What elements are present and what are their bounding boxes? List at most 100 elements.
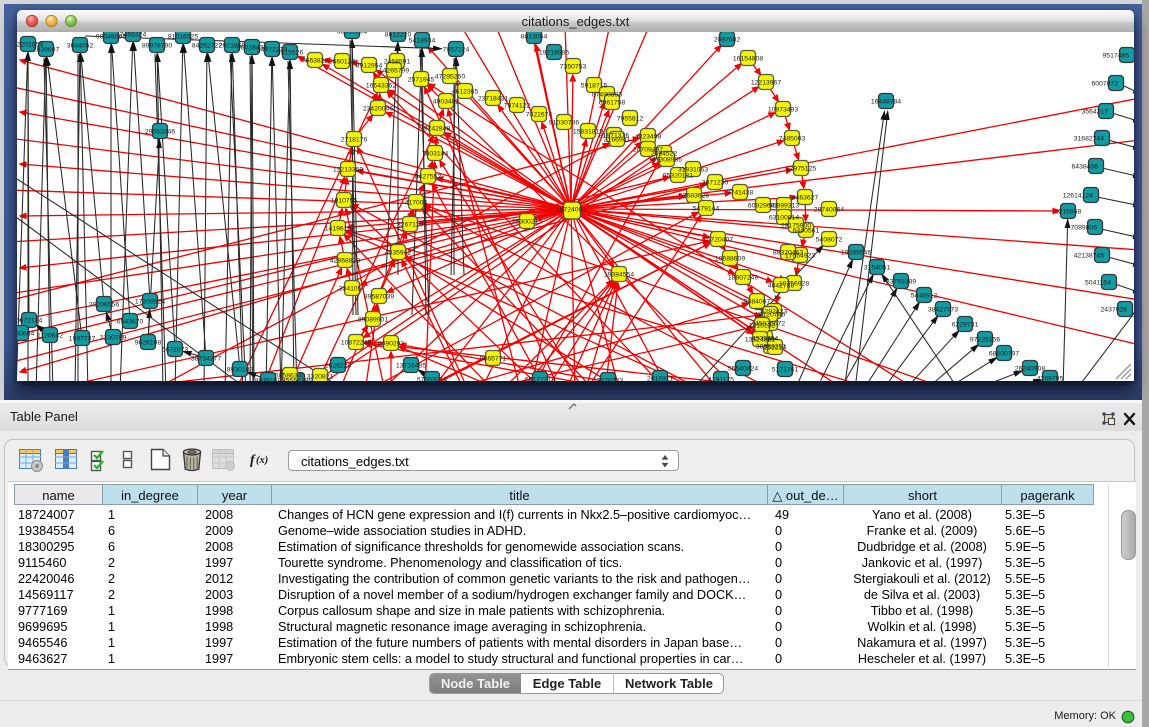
- svg-text:17359924: 17359924: [135, 299, 165, 306]
- svg-text:8427552: 8427552: [415, 174, 442, 181]
- svg-text:7455324: 7455324: [120, 32, 147, 39]
- svg-text:14265799: 14265799: [379, 68, 409, 75]
- svg-text:23420046: 23420046: [363, 106, 393, 113]
- svg-text:4612365: 4612365: [452, 89, 479, 96]
- svg-text:15720407: 15720407: [703, 237, 733, 244]
- svg-text:83793389: 83793389: [886, 279, 916, 286]
- svg-text:6672134: 6672134: [17, 318, 42, 325]
- svg-text:38427073: 38427073: [928, 307, 958, 314]
- svg-text:5418934: 5418934: [409, 38, 436, 45]
- svg-text:84252722: 84252722: [192, 43, 222, 50]
- svg-text:10688609: 10688609: [715, 256, 745, 263]
- svg-text:4860684: 4860684: [17, 331, 34, 338]
- svg-text:18807249: 18807249: [728, 275, 758, 282]
- svg-text:18724007: 18724007: [556, 207, 586, 214]
- svg-text:47295260: 47295260: [435, 74, 465, 81]
- svg-text:9463627: 9463627: [792, 195, 819, 202]
- svg-text:13716485: 13716485: [396, 363, 426, 370]
- svg-text:9465771: 9465771: [480, 356, 507, 363]
- svg-text:9242848: 9242848: [424, 126, 451, 133]
- svg-text:12614124: 12614124: [1063, 193, 1093, 200]
- svg-text:7485003: 7485003: [779, 136, 806, 143]
- svg-text:87490893: 87490893: [592, 92, 622, 99]
- svg-text:6961758: 6961758: [599, 100, 626, 107]
- svg-text:5446912: 5446912: [911, 293, 938, 300]
- svg-text:3871230: 3871230: [702, 180, 729, 187]
- svg-text:39587039: 39587039: [364, 294, 394, 301]
- svg-text:7374122: 7374122: [504, 103, 531, 110]
- svg-text:8090293: 8090293: [378, 341, 405, 348]
- svg-text:3684052: 3684052: [67, 43, 94, 50]
- svg-text:26240908: 26240908: [1015, 366, 1045, 373]
- svg-text:5041154: 5041154: [1085, 280, 1111, 287]
- svg-text:10973493: 10973493: [768, 107, 798, 114]
- svg-text:3154051: 3154051: [864, 265, 891, 272]
- svg-text:7089806: 7089806: [1071, 225, 1098, 232]
- svg-text:57553014: 57553014: [417, 377, 447, 382]
- svg-text:8612220: 8612220: [385, 32, 412, 39]
- svg-text:6438436: 6438436: [1072, 164, 1099, 171]
- svg-text:12975125: 12975125: [786, 166, 816, 173]
- svg-text:5408072: 5408072: [816, 237, 843, 244]
- svg-text:91030736: 91030736: [549, 120, 579, 127]
- svg-text:6292423: 6292423: [761, 309, 788, 316]
- svg-text:19289546: 19289546: [841, 250, 871, 257]
- svg-text:1987737: 1987737: [69, 336, 96, 343]
- svg-text:29175900: 29175900: [781, 223, 811, 230]
- svg-text:9084067: 9084067: [744, 299, 771, 306]
- svg-text:2571945: 2571945: [408, 77, 435, 84]
- svg-text:7803144: 7803144: [422, 151, 449, 158]
- svg-text:5672073: 5672073: [162, 347, 189, 354]
- svg-text:1419610: 1419610: [325, 226, 352, 233]
- svg-text:95320121: 95320121: [663, 173, 693, 180]
- svg-text:23718431: 23718431: [478, 96, 508, 103]
- svg-text:2626229: 2626229: [325, 363, 352, 370]
- svg-text:20206556: 20206556: [89, 302, 119, 309]
- svg-text:4903402: 4903402: [433, 99, 460, 106]
- svg-text:63100814: 63100814: [769, 215, 799, 222]
- svg-text:45935572: 45935572: [755, 321, 785, 328]
- svg-text:9626108: 9626108: [135, 340, 162, 347]
- svg-text:7663822: 7663822: [302, 58, 329, 65]
- svg-text:35556386: 35556386: [282, 378, 312, 382]
- svg-text:42138745: 42138745: [1074, 253, 1104, 260]
- svg-text:6007072: 6007072: [1092, 81, 1119, 88]
- svg-text:16154808: 16154808: [733, 56, 763, 63]
- svg-text:88320463: 88320463: [773, 250, 803, 257]
- svg-text:65177213: 65177213: [525, 377, 555, 382]
- svg-text:3215958: 3215958: [1055, 209, 1082, 216]
- svg-text:417004: 417004: [405, 200, 428, 207]
- svg-text:68353204: 68353204: [337, 32, 367, 36]
- svg-text:68800797: 68800797: [989, 351, 1019, 358]
- svg-text:89089901: 89089901: [358, 317, 388, 324]
- svg-text:4842788: 4842788: [768, 283, 795, 290]
- svg-text:2437026: 2437026: [1101, 307, 1128, 314]
- svg-text:55540424: 55540424: [728, 366, 758, 373]
- svg-text:2718176: 2718176: [341, 137, 368, 144]
- svg-text:8935169: 8935169: [255, 378, 282, 382]
- svg-text:5171761: 5171761: [772, 367, 799, 374]
- svg-text:5918715: 5918715: [581, 83, 608, 90]
- svg-text:(x): (x): [256, 455, 268, 466]
- svg-text:19218986: 19218986: [539, 50, 569, 57]
- svg-text:81016525: 81016525: [168, 34, 198, 41]
- svg-text:1120642: 1120642: [37, 333, 63, 340]
- svg-text:1810755: 1810755: [331, 198, 358, 205]
- svg-text:9517485: 9517485: [1103, 53, 1130, 60]
- svg-text:6543670: 6543670: [117, 319, 144, 326]
- svg-text:4769795: 4769795: [1037, 376, 1064, 382]
- svg-text:4335942: 4335942: [385, 250, 412, 257]
- svg-text:4823498: 4823498: [635, 134, 662, 141]
- svg-text:28740864: 28740864: [814, 207, 844, 214]
- svg-text:2087682: 2087682: [714, 37, 741, 44]
- svg-text:16448784: 16448784: [871, 99, 901, 106]
- svg-text:2016911: 2016911: [647, 376, 673, 382]
- svg-text:5479144: 5479144: [693, 206, 720, 213]
- svg-text:47308985: 47308985: [652, 157, 682, 164]
- svg-text:7022674: 7022674: [526, 112, 553, 119]
- svg-text:7350753: 7350753: [560, 64, 587, 71]
- svg-text:8930103: 8930103: [227, 367, 254, 374]
- svg-text:8813054: 8813054: [521, 34, 548, 41]
- svg-text:4191175: 4191175: [708, 377, 734, 382]
- svg-text:2166941: 2166941: [604, 137, 631, 144]
